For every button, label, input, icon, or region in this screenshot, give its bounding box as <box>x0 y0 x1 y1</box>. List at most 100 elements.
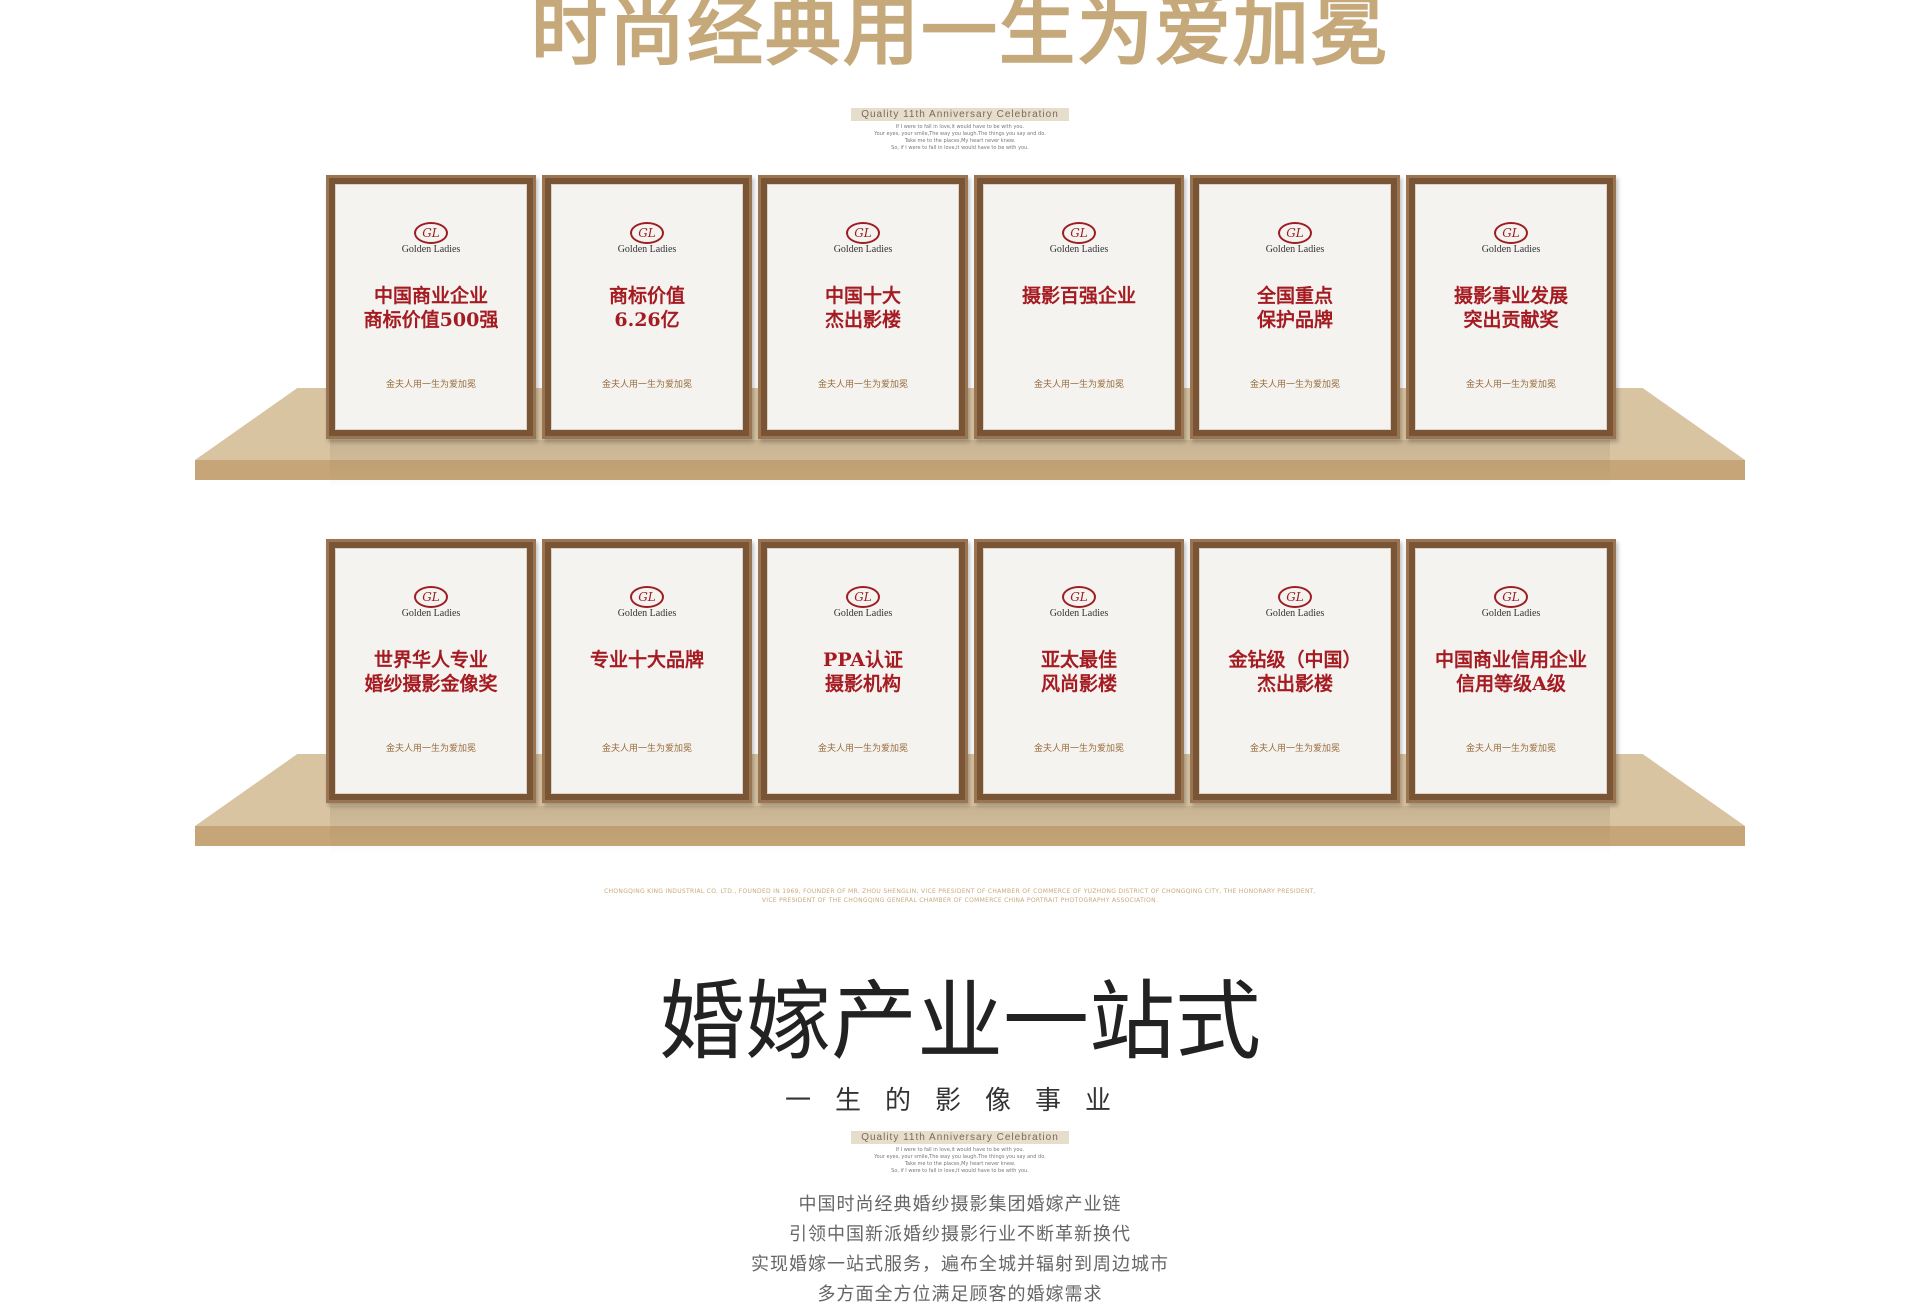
section-title: 婚嫁产业一站式 <box>659 972 1261 1072</box>
plaque-face: GL Golden Ladies 中国十大 杰出影楼金夫人用一生为爱加冕 <box>767 184 959 430</box>
plaque-motto: 金夫人用一生为爱加冕 <box>1033 744 1124 754</box>
golden-ladies-logo-icon: GL <box>551 222 743 244</box>
golden-ladies-logo-icon: GL <box>551 586 743 608</box>
golden-ladies-logo-icon: GL <box>335 222 527 244</box>
description-line: 中国时尚经典婚纱摄影集团婚嫁产业链 <box>798 1194 1122 1215</box>
golden-ladies-logo-icon: GL <box>767 586 959 608</box>
plaque-motto: 金夫人用一生为爱加冕 <box>817 380 908 390</box>
plaque-motto: 金夫人用一生为爱加冕 <box>385 744 476 754</box>
anniversary-label: Quality 11th Anniversary Celebration <box>851 108 1069 121</box>
award-title: 亚太最佳 风尚影楼 <box>1040 649 1117 695</box>
plaque-motto: 金夫人用一生为爱加冕 <box>817 744 908 754</box>
golden-ladies-logo-icon: GL <box>1199 586 1391 608</box>
award-plaque: GL Golden Ladies 中国十大 杰出影楼金夫人用一生为爱加冕 <box>758 175 968 439</box>
plaque-face: GL Golden Ladies 摄影百强企业金夫人用一生为爱加冕 <box>983 184 1175 430</box>
logo-text: Golden Ladies <box>833 608 893 619</box>
plaque-face: GL Golden Ladies 专业十大品牌金夫人用一生为爱加冕 <box>551 548 743 794</box>
logo-text: Golden Ladies <box>617 608 677 619</box>
award-title: 金钻级（中国） 杰出影楼 <box>1228 649 1362 695</box>
logo-mark: GL <box>414 222 448 244</box>
logo-mark: GL <box>414 586 448 608</box>
poem-line: If I were to fall in love,it would have … <box>895 124 1025 130</box>
anniversary-tag-2: Quality 11th Anniversary Celebration <box>0 1125 1920 1144</box>
award-title: 中国十大 杰出影楼 <box>824 285 901 331</box>
award-title: 世界华人专业 婚纱摄影金像奖 <box>364 649 498 695</box>
award-plaque: GL Golden Ladies 亚太最佳 风尚影楼金夫人用一生为爱加冕 <box>974 539 1184 803</box>
logo-mark: GL <box>846 586 880 608</box>
shelf-shadow-2 <box>330 806 1610 854</box>
golden-ladies-logo-icon: GL <box>767 222 959 244</box>
award-plaque: GL Golden Ladies PPA认证 摄影机构金夫人用一生为爱加冕 <box>758 539 968 803</box>
description-line: 引领中国新派婚纱摄影行业不断革新换代 <box>789 1224 1131 1245</box>
logo-mark: GL <box>630 586 664 608</box>
golden-ladies-logo-icon: GL <box>1415 586 1607 608</box>
award-plaque: GL Golden Ladies 摄影百强企业金夫人用一生为爱加冕 <box>974 175 1184 439</box>
description-line: 实现婚嫁一站式服务，遍布全城并辐射到周边城市 <box>751 1254 1169 1275</box>
logo-text: Golden Ladies <box>1481 608 1541 619</box>
award-plaque: GL Golden Ladies 中国商业企业 商标价值500强金夫人用一生为爱加冕 <box>326 175 536 439</box>
company-info-line: CHONGQING KING INDUSTRIAL CO. LTD., FOUN… <box>604 888 1316 895</box>
logo-text: Golden Ladies <box>1481 244 1541 255</box>
award-title: 摄影事业发展 突出贡献奖 <box>1453 285 1568 331</box>
logo-mark: GL <box>1494 586 1528 608</box>
logo-text: Golden Ladies <box>833 244 893 255</box>
logo-mark: GL <box>630 222 664 244</box>
section-subtitle: 一生的影像事业 <box>784 1086 1135 1116</box>
golden-ladies-logo-icon: GL <box>983 222 1175 244</box>
poem-block: If I were to fall in love,it would have … <box>0 124 1920 152</box>
poem-block-2: If I were to fall in love,it would have … <box>0 1147 1920 1175</box>
logo-text: Golden Ladies <box>1265 244 1325 255</box>
award-title: 商标价值 6.26亿 <box>608 285 685 331</box>
plaque-motto: 金夫人用一生为爱加冕 <box>1465 380 1556 390</box>
logo-text: Golden Ladies <box>1265 608 1325 619</box>
anniversary-label: Quality 11th Anniversary Celebration <box>851 1131 1069 1144</box>
golden-ladies-logo-icon: GL <box>1199 222 1391 244</box>
award-plaque: GL Golden Ladies 摄影事业发展 突出贡献奖金夫人用一生为爱加冕 <box>1406 175 1616 439</box>
award-title: 中国商业企业 商标价值500强 <box>363 285 499 331</box>
plaque-motto: 金夫人用一生为爱加冕 <box>1465 744 1556 754</box>
logo-text: Golden Ladies <box>401 244 461 255</box>
award-plaque: GL Golden Ladies 全国重点 保护品牌金夫人用一生为爱加冕 <box>1190 175 1400 439</box>
poem-line: Your eyes, your smile,The way you laugh.… <box>874 1154 1046 1160</box>
plaque-face: GL Golden Ladies 金钻级（中国） 杰出影楼金夫人用一生为爱加冕 <box>1199 548 1391 794</box>
plaque-motto: 金夫人用一生为爱加冕 <box>385 380 476 390</box>
award-plaque: GL Golden Ladies 商标价值 6.26亿 金夫人用一生为爱加冕 <box>542 175 752 439</box>
logo-text: Golden Ladies <box>617 244 677 255</box>
logo-mark: GL <box>1062 222 1096 244</box>
logo-mark: GL <box>846 222 880 244</box>
plaque-face: GL Golden Ladies PPA认证 摄影机构金夫人用一生为爱加冕 <box>767 548 959 794</box>
award-title: PPA认证 摄影机构 <box>823 649 903 695</box>
logo-mark: GL <box>1494 222 1528 244</box>
plaque-motto: 金夫人用一生为爱加冕 <box>1249 744 1340 754</box>
description-line: 多方面全方位满足顾客的婚嫁需求 <box>817 1284 1103 1305</box>
award-plaque: GL Golden Ladies 世界华人专业 婚纱摄影金像奖金夫人用一生为爱加冕 <box>326 539 536 803</box>
golden-ladies-logo-icon: GL <box>335 586 527 608</box>
award-plaque: GL Golden Ladies 金钻级（中国） 杰出影楼金夫人用一生为爱加冕 <box>1190 539 1400 803</box>
poem-line: So, if I were to fall in love,it would h… <box>891 145 1029 151</box>
logo-mark: GL <box>1062 586 1096 608</box>
plaque-face: GL Golden Ladies 全国重点 保护品牌金夫人用一生为爱加冕 <box>1199 184 1391 430</box>
award-plaque: GL Golden Ladies 中国商业信用企业 信用等级A级金夫人用一生为爱加冕 <box>1406 539 1616 803</box>
logo-text: Golden Ladies <box>401 608 461 619</box>
poem-line: If I were to fall in love,it would have … <box>895 1147 1025 1153</box>
company-info-line: VICE PRESIDENT OF THE CHONGQING GENERAL … <box>761 897 1159 904</box>
award-title: 全国重点 保护品牌 <box>1256 285 1333 331</box>
award-title: 中国商业信用企业 信用等级A级 <box>1434 649 1587 695</box>
logo-mark: GL <box>1278 586 1312 608</box>
company-info: CHONGQING KING INDUSTRIAL CO. LTD., FOUN… <box>0 887 1920 905</box>
plaque-face: GL Golden Ladies 亚太最佳 风尚影楼金夫人用一生为爱加冕 <box>983 548 1175 794</box>
plaque-motto: 金夫人用一生为爱加冕 <box>601 744 692 754</box>
plaque-face: GL Golden Ladies 商标价值 6.26亿 金夫人用一生为爱加冕 <box>551 184 743 430</box>
plaque-motto: 金夫人用一生为爱加冕 <box>1033 380 1124 390</box>
plaque-motto: 金夫人用一生为爱加冕 <box>1249 380 1340 390</box>
award-title: 专业十大品牌 <box>589 649 704 671</box>
award-plaque: GL Golden Ladies 专业十大品牌金夫人用一生为爱加冕 <box>542 539 752 803</box>
logo-text: Golden Ladies <box>1049 244 1109 255</box>
poem-line: Take me to the places,My heart never kne… <box>904 1161 1016 1167</box>
page-headline: 时尚经典用一生为爱加冕 <box>531 0 1389 76</box>
anniversary-tag: Quality 11th Anniversary Celebration <box>0 102 1920 121</box>
logo-text: Golden Ladies <box>1049 608 1109 619</box>
poem-line: So, if I were to fall in love,it would h… <box>891 1168 1029 1174</box>
section-description: 中国时尚经典婚纱摄影集团婚嫁产业链 引领中国新派婚纱摄影行业不断革新换代 实现婚… <box>0 1190 1920 1310</box>
award-title: 摄影百强企业 <box>1021 285 1136 307</box>
